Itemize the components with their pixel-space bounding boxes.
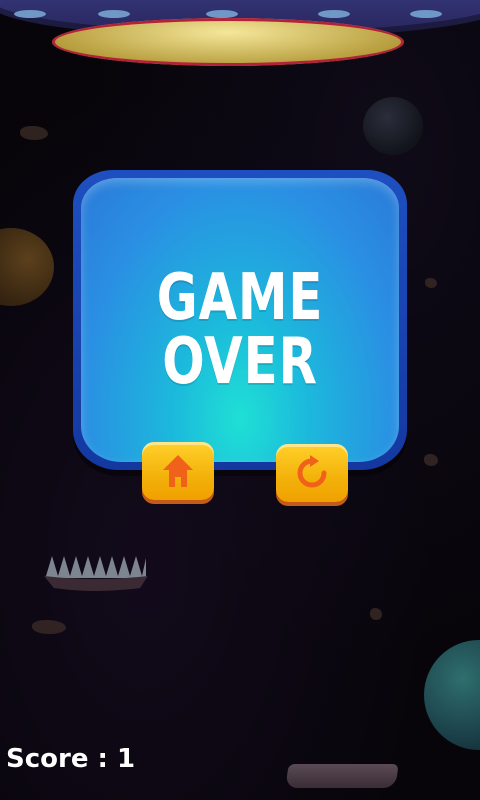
ufo-light <box>98 10 130 18</box>
asteroid <box>20 126 48 140</box>
asteroid <box>370 608 382 620</box>
planet-dark <box>363 97 423 155</box>
spike-platform <box>44 556 148 591</box>
asteroid <box>425 278 437 288</box>
home-button[interactable] <box>142 442 214 500</box>
game-over-title-line1: GAME <box>156 261 324 335</box>
ufo-light <box>410 10 442 18</box>
restart-button[interactable] <box>276 444 348 502</box>
ufo-light <box>206 10 238 18</box>
planet-left <box>0 228 54 306</box>
asteroid <box>32 620 66 634</box>
floating-slab <box>285 764 399 788</box>
ufo-light <box>14 10 46 18</box>
score-label: Score : 1 <box>6 744 136 774</box>
ufo-light <box>318 10 350 18</box>
home-icon <box>163 455 193 487</box>
planet-teal <box>424 640 480 750</box>
game-over-title-line2: OVER <box>162 325 318 399</box>
asteroid <box>424 454 438 466</box>
restart-icon <box>297 455 327 488</box>
game-screen: GAME OVER Score : 1 <box>0 0 480 800</box>
ufo-dome <box>52 18 404 66</box>
